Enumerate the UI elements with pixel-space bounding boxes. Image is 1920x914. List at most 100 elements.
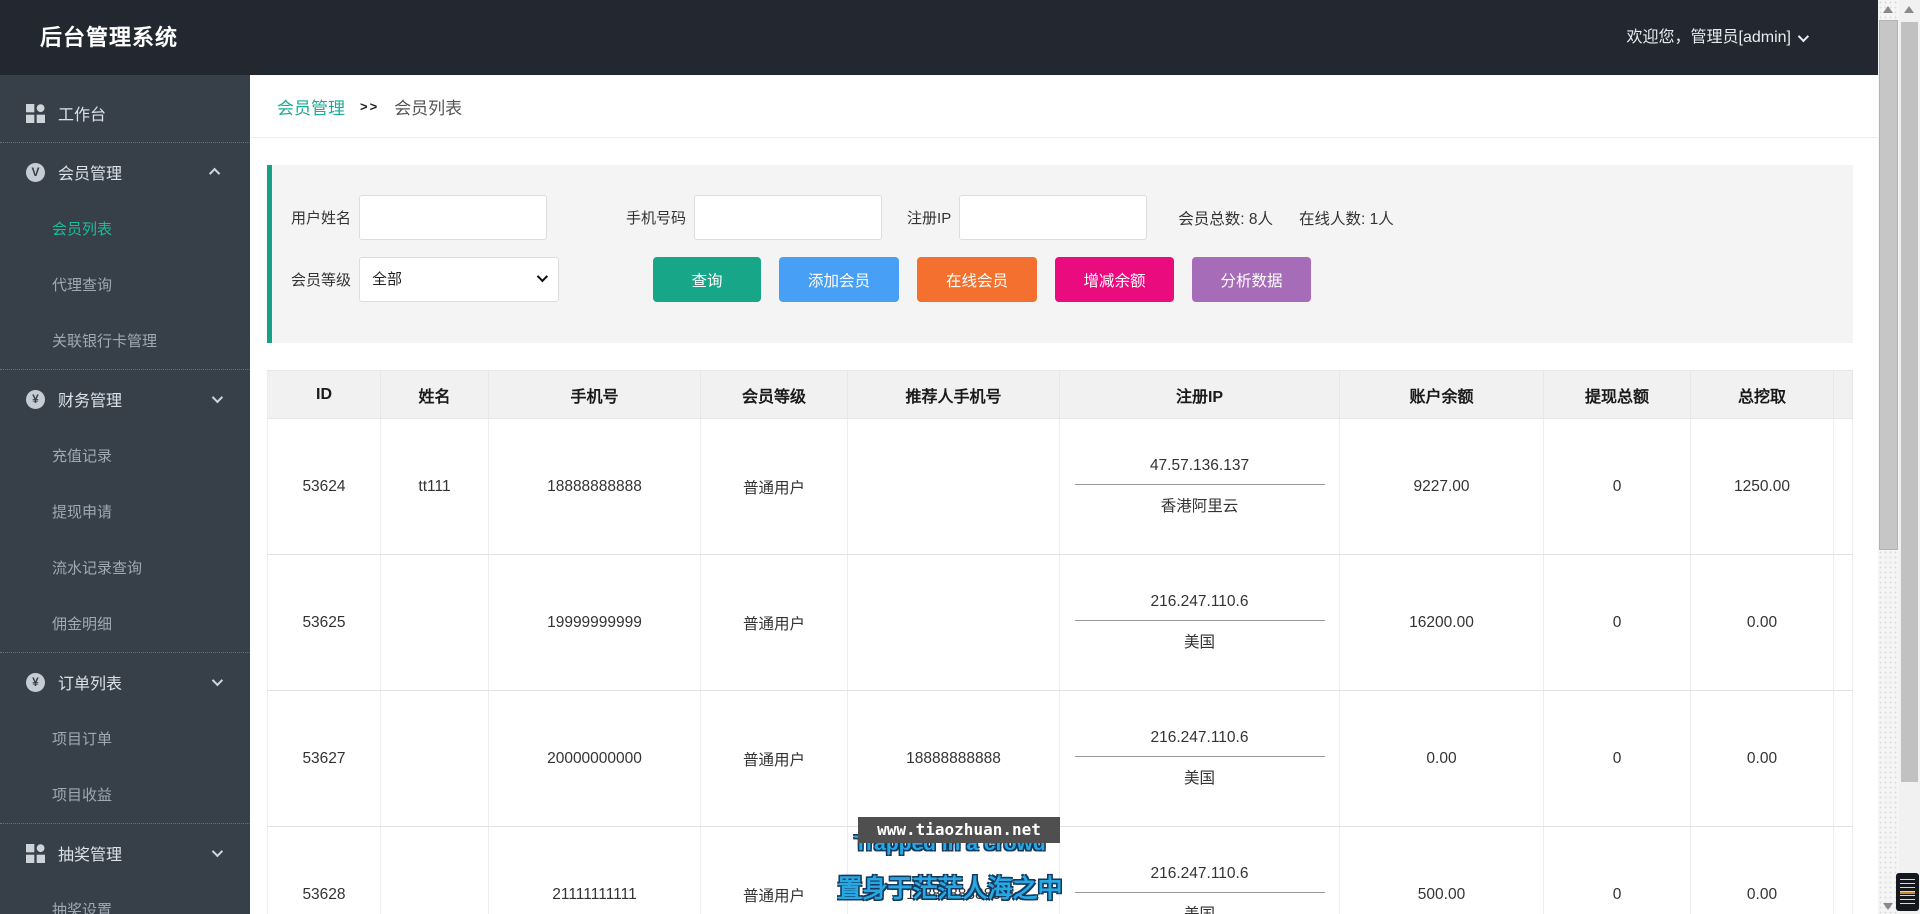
sidebar-item-label: 会员管理 — [58, 166, 123, 183]
sidebar-item-bank-card-management[interactable]: 关联银行卡管理 — [0, 312, 250, 368]
cell-mined: 0.00 — [1690, 690, 1834, 827]
user-menu[interactable]: 欢迎您，管理员[admin] — [1626, 0, 1810, 75]
cell-name — [380, 554, 489, 691]
sidebar-item-label: 订单列表 — [58, 676, 123, 693]
cell-balance: 9227.00 — [1339, 418, 1544, 555]
col-header-withdraw: 提现总额 — [1543, 370, 1691, 419]
member-stats: 会员总数: 8人 在线人数: 1人 — [1178, 207, 1420, 229]
scroll-down-arrow-icon[interactable] — [1883, 903, 1893, 910]
cell-level: 普通用户 — [700, 690, 848, 827]
cell-extra — [1833, 690, 1853, 827]
analyze-data-button[interactable]: 分析数据 — [1192, 257, 1312, 302]
sidebar-item-project-orders[interactable]: 项目订单 — [0, 710, 250, 766]
col-header-balance: 账户余额 — [1339, 370, 1544, 419]
cell-level: 普通用户 — [700, 418, 848, 555]
cell-extra — [1833, 826, 1853, 914]
cell-name — [380, 826, 489, 914]
chevron-up-icon — [208, 167, 221, 180]
page-scrollbar-thumb[interactable] — [1901, 22, 1918, 782]
username-label: 用户姓名 — [291, 210, 352, 227]
chevron-down-icon — [211, 391, 224, 404]
sidebar-item-lottery-management[interactable]: 抽奖管理 — [0, 825, 250, 881]
online-members-value: 1人 — [1369, 210, 1394, 228]
grid-icon — [26, 103, 45, 123]
watermark-site-badge: www.tiaozhuan.net — [858, 817, 1060, 843]
member-level-select-wrap: 全部 — [359, 257, 560, 302]
cell-phone: 21111111111 — [488, 826, 701, 914]
sidebar-divider — [0, 652, 250, 653]
top-header-bar: 后台管理系统 欢迎您，管理员[admin] — [0, 0, 1878, 75]
sidebar-item-withdraw-requests[interactable]: 提现申请 — [0, 483, 250, 539]
table-row: 53625 19999999999 普通用户 216.247.110.6 美国 1… — [267, 554, 1853, 691]
sidebar-item-lottery-settings[interactable]: 抽奖设置 — [0, 881, 250, 914]
inner-scrollbar[interactable] — [1878, 0, 1899, 914]
register-ip-input[interactable] — [959, 195, 1148, 240]
sidebar-divider — [0, 369, 250, 370]
cell-balance: 0.00 — [1339, 690, 1544, 827]
sidebar-item-recharge-records[interactable]: 充值记录 — [0, 427, 250, 483]
col-header-name: 姓名 — [380, 370, 489, 419]
app-title: 后台管理系统 — [40, 25, 179, 50]
sidebar-divider — [0, 142, 250, 143]
total-members-value: 8人 — [1248, 210, 1273, 228]
member-level-select[interactable]: 全部 — [359, 257, 560, 302]
col-header-mined: 总挖取 — [1690, 370, 1834, 419]
breadcrumb-section-link[interactable]: 会员管理 — [277, 94, 345, 119]
sidebar-item-project-earnings[interactable]: 项目收益 — [0, 766, 250, 822]
adjust-balance-button[interactable]: 增减余额 — [1055, 257, 1175, 302]
cell-name — [380, 690, 489, 827]
chevron-down-icon — [211, 845, 224, 858]
sidebar-divider — [0, 823, 250, 824]
sidebar-item-label: 抽奖管理 — [58, 847, 123, 864]
username-input[interactable] — [359, 195, 548, 240]
scroll-up-arrow-icon[interactable] — [1883, 6, 1893, 13]
member-level-label: 会员等级 — [291, 272, 352, 289]
cell-ip: 216.247.110.6美国 — [1059, 554, 1340, 691]
welcome-text: 欢迎您，管理员[admin] — [1626, 29, 1791, 46]
sidebar-item-order-list[interactable]: ¥ 订单列表 — [0, 654, 250, 710]
search-button[interactable]: 查询 — [653, 257, 762, 302]
sidebar-item-label: 工作台 — [58, 107, 107, 124]
cell-referrer: 18888888888 — [847, 690, 1060, 827]
col-header-phone: 手机号 — [488, 370, 701, 419]
register-ip-label: 注册IP — [907, 210, 952, 227]
cell-phone: 18888888888 — [488, 418, 701, 555]
page-scrollbar[interactable] — [1899, 0, 1920, 914]
sidebar-item-finance-management[interactable]: ¥ 财务管理 — [0, 371, 250, 427]
sidebar-item-member-list[interactable]: 会员列表 — [0, 200, 250, 256]
main-content: 会员管理 >> 会员列表 用户姓名 手机号码 注册IP 会员总数: 8人 在线人… — [250, 75, 1879, 914]
inner-scrollbar-thumb[interactable] — [1879, 20, 1898, 550]
sidebar: 工作台 V 会员管理 会员列表 代理查询 关联银行卡管理 ¥ 财务管理 充值记录… — [0, 75, 250, 914]
phone-input[interactable] — [694, 195, 883, 240]
col-header-referrer: 推荐人手机号 — [847, 370, 1060, 419]
col-header-ip: 注册IP — [1059, 370, 1340, 419]
sidebar-item-flow-records[interactable]: 流水记录查询 — [0, 539, 250, 595]
sidebar-item-agent-query[interactable]: 代理查询 — [0, 256, 250, 312]
breadcrumb-separator: >> — [360, 98, 380, 114]
online-members-button[interactable]: 在线会员 — [917, 257, 1038, 302]
breadcrumb: 会员管理 >> 会员列表 — [250, 75, 1879, 138]
scroll-indicator-widget — [1896, 873, 1919, 911]
yen-circle-icon: ¥ — [26, 389, 45, 409]
sidebar-item-workbench[interactable]: 工作台 — [0, 85, 250, 141]
cell-referrer — [847, 554, 1060, 691]
cell-id: 53628 — [267, 826, 381, 914]
cell-mined: 0.00 — [1690, 554, 1834, 691]
chevron-down-icon — [1797, 30, 1810, 42]
scroll-up-arrow-icon[interactable] — [1904, 6, 1914, 13]
cell-withdraw: 0 — [1543, 554, 1691, 691]
filter-panel: 用户姓名 手机号码 注册IP 会员总数: 8人 在线人数: 1人 会员等级 全部 — [267, 165, 1853, 343]
cell-referrer — [847, 418, 1060, 555]
cell-level: 普通用户 — [700, 554, 848, 691]
sidebar-item-commission-details[interactable]: 佣金明细 — [0, 595, 250, 651]
sidebar-item-member-management[interactable]: V 会员管理 — [0, 144, 250, 200]
table-header-row: ID 姓名 手机号 会员等级 推荐人手机号 注册IP 账户余额 提现总额 总挖取 — [267, 370, 1853, 419]
cell-extra — [1833, 554, 1853, 691]
add-member-button[interactable]: 添加会员 — [779, 257, 900, 302]
cell-id: 53627 — [267, 690, 381, 827]
phone-label: 手机号码 — [626, 210, 687, 227]
table-row: 53627 20000000000 普通用户 18888888888 216.2… — [267, 690, 1853, 827]
grid-icon — [26, 843, 45, 863]
cell-name: tt111 — [380, 418, 489, 555]
total-members-label: 会员总数: — [1178, 210, 1245, 228]
